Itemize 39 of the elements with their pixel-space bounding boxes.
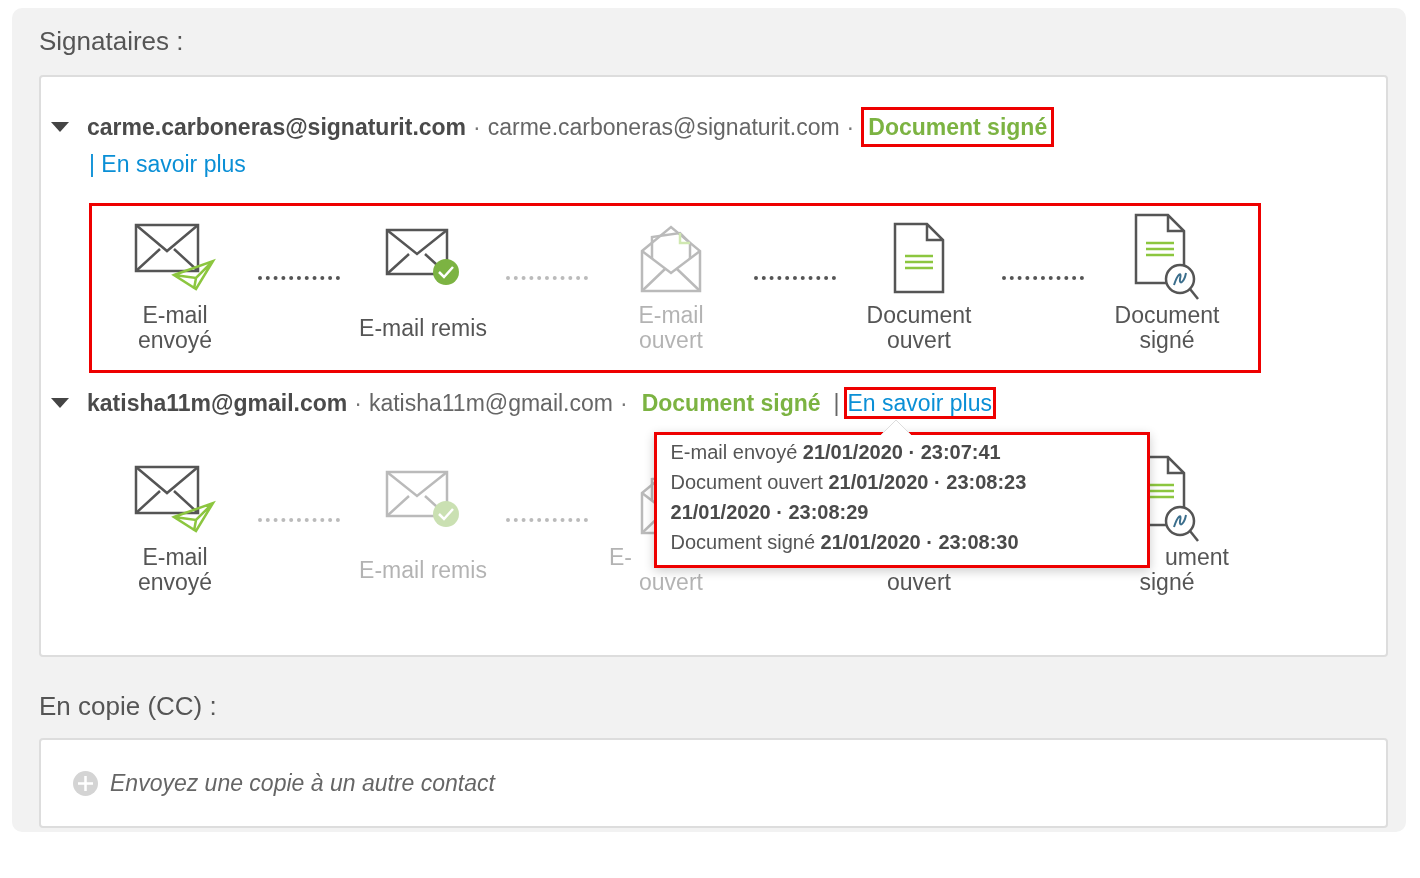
signed-status: Document signé [861,107,1055,147]
signer-email: carme.carboneras@signaturit.com [487,113,840,142]
signer-email: katisha11m@gmail.com [368,389,613,418]
separator: · [846,113,855,142]
popover-entry: Document ouvert 21/01/2020 · 23:08:23 [670,470,1028,495]
separator: | [833,389,840,418]
step-label: E-mail [142,545,208,570]
popover-entry: E-mail envoyé 21/01/2020 · 23:07:41 [670,440,1002,465]
step-label: ouvert [887,570,951,595]
separator: · [619,389,628,418]
signer-name: carme.carboneras@signaturit.com [87,113,467,142]
learn-more-link[interactable]: En savoir plus [843,387,996,419]
separator: · [473,113,481,142]
add-contact-link[interactable]: Envoyez une copie à un autre contact [110,769,495,797]
learn-more-link[interactable]: | En savoir plus [85,148,250,180]
step-label: Document [1114,303,1220,328]
step-label: ument [1165,545,1229,570]
step-label: Document [866,303,972,328]
signer-name: katisha11m@gmail.com [87,389,348,418]
step-label: E-mail remis [359,557,487,583]
step-label: signé [1139,570,1195,595]
section-title: En copie (CC) : [39,691,218,722]
step-label: ouvert [887,328,951,353]
step-label: ouvert [639,570,703,595]
separator: · [354,389,362,418]
caret-icon[interactable] [51,122,69,132]
signed-status: Document signé [640,389,822,418]
step-label: E-mail [142,303,208,328]
step-label: E-mail remis [359,315,487,341]
step-label: envoyé [137,328,213,353]
step-label: ouvert [639,328,703,353]
step-label: signé [1139,328,1195,353]
section-title: Signataires : [39,26,185,57]
popover-entry: Document signé 21/01/2020 · 23:08:30 [670,530,1020,555]
step-label: E-mail [638,303,704,328]
caret-icon[interactable] [51,398,69,408]
popover-entry: 21/01/2020 · 23:08:29 [670,500,870,525]
step-label: envoyé [137,570,213,595]
step-label: E- [609,545,632,570]
